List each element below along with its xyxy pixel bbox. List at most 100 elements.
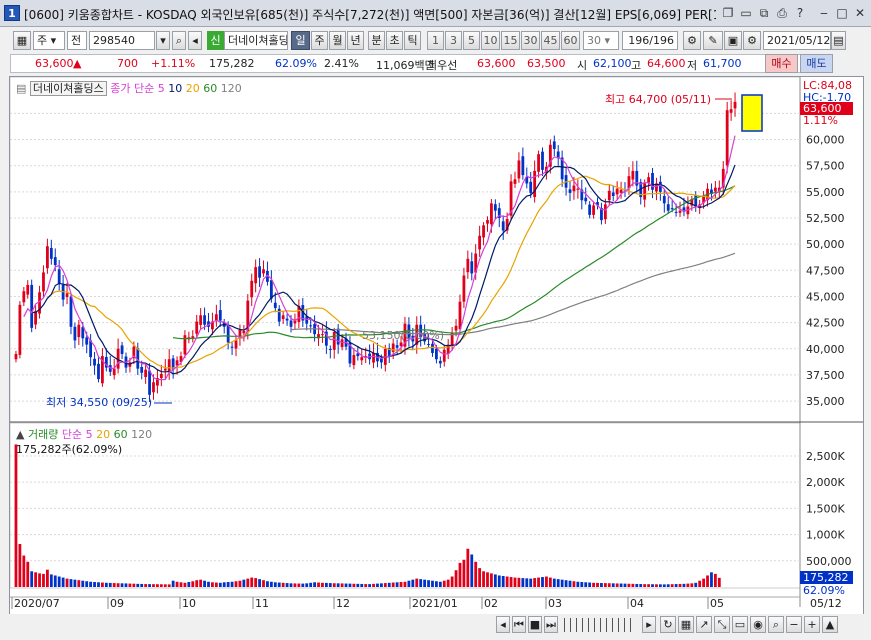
magnify-icon[interactable]: ⌕ — [768, 616, 784, 633]
scroll-first-icon[interactable]: ⏮ — [512, 616, 526, 633]
scroll-last-icon[interactable]: ⏭ — [544, 616, 558, 633]
ruler-icon[interactable]: ▭ — [732, 616, 748, 633]
candle-body — [144, 369, 148, 378]
interval-select[interactable]: 30 ▾ — [583, 31, 619, 50]
volume-bar — [89, 581, 93, 587]
grid-icon[interactable]: ▦ — [678, 616, 694, 633]
volume-bar — [332, 583, 336, 587]
candle-body — [340, 339, 344, 348]
chart-area[interactable]: 60,000 57,500 55,000 52,500 50,000 47,500 45,0… — [9, 76, 864, 623]
legend-ma120[interactable]: 120 — [221, 82, 242, 95]
buy-button[interactable]: 매수 — [765, 54, 798, 73]
close-icon[interactable]: ✕ — [852, 5, 868, 21]
zoom-out-button[interactable]: − — [786, 616, 802, 633]
speaker-icon[interactable]: ◂ — [188, 31, 202, 50]
volume-bar — [493, 574, 497, 587]
legend-volume-title[interactable]: 거래량 — [28, 428, 58, 441]
legend-ma-title[interactable]: 종가 단순 — [110, 82, 154, 95]
legend-ma20[interactable]: 20 — [186, 82, 200, 95]
interval-45-button[interactable]: 45 — [541, 31, 560, 50]
chart-settings-icon[interactable]: ⚙ — [683, 31, 701, 50]
volume-bar — [254, 578, 258, 587]
volume-bar — [372, 583, 375, 587]
volume-pct-label: 62.09% — [803, 584, 845, 597]
legend-ma60[interactable]: 60 — [203, 82, 217, 95]
restore-window-icon[interactable]: ❐ — [720, 5, 736, 21]
camera-icon[interactable]: ◉ — [750, 616, 766, 633]
volume-bar — [57, 576, 61, 587]
legend-volume-ma120[interactable]: 120 — [131, 428, 152, 441]
interval-5-button[interactable]: 5 — [463, 31, 480, 50]
legend-volume-ma5[interactable]: 5 — [86, 428, 93, 441]
legend-volume-ma-title[interactable]: 단순 — [62, 428, 82, 441]
price-change: 700 — [117, 57, 138, 70]
period-second-button[interactable]: 초 — [386, 31, 403, 50]
period-month-button[interactable]: 월 — [329, 31, 346, 50]
date-input[interactable]: 2021/05/12 — [763, 31, 831, 50]
minimize-to-tray-icon[interactable]: ▭ — [738, 5, 754, 21]
candle-body — [576, 188, 580, 190]
stock-chart-svg[interactable]: 60,000 57,500 55,000 52,500 50,000 47,500 45,0… — [10, 77, 863, 622]
save-icon[interactable]: ▣ — [724, 31, 742, 50]
period-week-button[interactable]: 주 — [311, 31, 328, 50]
search-icon[interactable]: ⌕ — [172, 31, 186, 50]
legend-volume-ma60[interactable]: 60 — [114, 428, 128, 441]
sell-button[interactable]: 매도 — [800, 54, 833, 73]
interval-1-button[interactable]: 1 — [427, 31, 444, 50]
prev-button[interactable]: 전 — [67, 31, 87, 50]
legend-stock-name[interactable]: 더네이쳐홀딩스 — [29, 81, 107, 96]
volume-bar — [175, 581, 179, 587]
volume-bar — [120, 583, 124, 587]
volume-bar — [497, 575, 501, 587]
legend-ma10[interactable]: 10 — [168, 82, 182, 95]
interval-60-button[interactable]: 60 — [561, 31, 580, 50]
refresh-icon[interactable]: ↻ — [660, 616, 676, 633]
volume-bar — [61, 577, 65, 587]
calendar-icon[interactable]: ▤ — [831, 31, 846, 50]
volume-bar — [592, 582, 595, 587]
title-bar: 1 [0600] 키움종합차트 - KOSDAQ 외국인보유[685(천)] 주… — [0, 0, 871, 27]
candle-body — [572, 185, 576, 192]
gear-icon[interactable]: ⚙ — [743, 31, 761, 50]
candle-body — [49, 247, 53, 259]
candle-body — [603, 204, 607, 220]
volume-bar — [442, 580, 446, 587]
period-year-button[interactable]: 년 — [347, 31, 364, 50]
volume-bar — [81, 580, 85, 587]
zoom-in-button[interactable]: + — [804, 616, 820, 633]
scroll-right-button[interactable]: ▸ — [642, 616, 656, 633]
stock-code-input[interactable]: 298540 — [89, 31, 155, 50]
price-tick-label: 35,000 — [806, 395, 845, 408]
stop-icon[interactable]: ■ — [528, 616, 542, 633]
print-icon[interactable]: ⎙ — [774, 5, 790, 21]
legend-volume-ma20[interactable]: 20 — [96, 428, 110, 441]
interval-3-button[interactable]: 3 — [445, 31, 462, 50]
legend-ma5[interactable]: 5 — [158, 82, 165, 95]
volume-bar — [435, 581, 438, 587]
volume-bar — [686, 583, 690, 587]
code-dropdown-chevron-icon[interactable]: ▾ — [156, 31, 170, 50]
interval-15-button[interactable]: 15 — [501, 31, 520, 50]
period-minute-button[interactable]: 분 — [368, 31, 385, 50]
window-list-icon[interactable]: ⧉ — [756, 5, 772, 21]
help-icon[interactable]: ? — [792, 5, 808, 21]
scroll-left-button[interactable]: ◂ — [496, 616, 510, 633]
high-label: 고 — [631, 59, 642, 72]
trend-icon[interactable]: ↗ — [696, 616, 712, 633]
market-select[interactable]: 주 ▾ — [33, 31, 65, 50]
maximize-icon[interactable]: □ — [834, 5, 850, 21]
stock-name-field[interactable]: 더네이쳐홀딩스 — [224, 31, 288, 50]
expand-chart-icon[interactable]: ▲ — [822, 616, 838, 633]
minimize-icon[interactable]: ‒ — [816, 5, 832, 21]
volume-bar — [321, 582, 324, 587]
measure-icon[interactable]: ⤡ — [714, 616, 730, 633]
period-day-button[interactable]: 일 — [291, 31, 310, 50]
interval-10-button[interactable]: 10 — [481, 31, 500, 50]
volume-tick-label: 1,500K — [806, 502, 845, 515]
period-tick-button[interactable]: 틱 — [404, 31, 421, 50]
drawing-tool-icon[interactable]: ✎ — [703, 31, 723, 50]
add-chart-button[interactable]: ▦ — [13, 31, 31, 50]
interval-30-button[interactable]: 30 — [521, 31, 540, 50]
zoom-slider[interactable] — [564, 618, 636, 632]
volume-bar — [383, 583, 387, 587]
